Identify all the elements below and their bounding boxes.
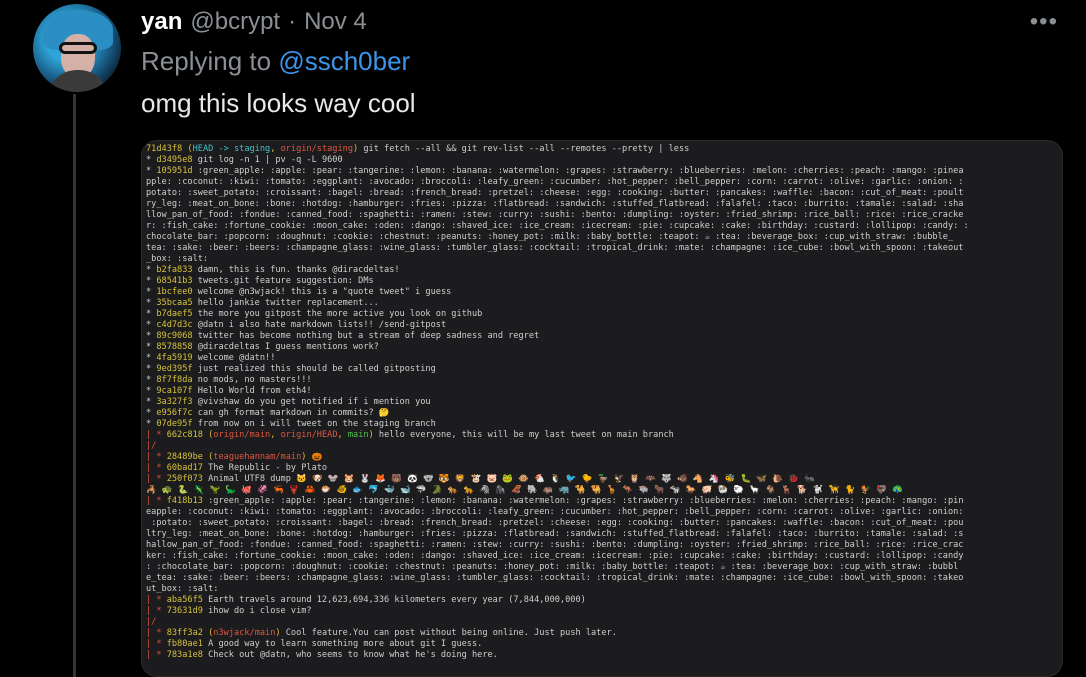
terminal-line: * 35bcaa5 hello jankie twitter replaceme… [146,298,379,308]
avatar[interactable] [33,4,121,92]
terminal-line: e_tea: :sake: :beer: :beers: :champagne_… [146,573,964,583]
header-separator: · [288,8,297,35]
terminal-line: * 9ed395f just realized this should be c… [146,364,436,374]
author-name[interactable]: yan [141,8,182,36]
terminal-line: * e956f7c can gh format markdown in comm… [146,408,390,418]
avatar-glasses [59,42,97,54]
terminal-line: 71d43f8 (HEAD -> staging, origin/staging… [146,144,690,154]
terminal-line: | * 783a1e8 Check out @datn, who seems t… [146,650,498,660]
terminal-line: ker: :fish_cake: :fortune_cookie: :moon_… [146,551,964,561]
terminal-line: | * 83ff3a2 (n3wjack/main) Cool feature.… [146,628,617,638]
terminal-line: : :chocolate_bar: :popcorn: :doughnut: :… [146,562,959,572]
terminal-line: llow_pan_of_food: :fondue: :canned_food:… [146,210,964,220]
terminal-line: ut_box: :salt: [146,584,219,594]
terminal-line: * 1bcfee0 welcome @n3wjack! this is a "q… [146,287,452,297]
terminal-line: r: :fish_cake: :fortune_cookie: :moon_ca… [146,221,969,231]
terminal-line: * 9ca107f Hello World from eth4! [146,386,312,396]
replying-to-mention[interactable]: @ssch0ber [278,46,410,76]
terminal-line: * 105951d :green_apple: :apple: :pear: :… [146,166,964,176]
terminal-line: * 3a327f3 @vivshaw do you get notified i… [146,397,431,407]
terminal-line: | * aba56f5 Earth travels around 12,623,… [146,595,586,605]
tweet-media-image[interactable]: 71d43f8 (HEAD -> staging, origin/staging… [141,140,1063,677]
terminal-line: |/ [146,441,157,451]
terminal-line: | * 28489be (teaguehannam/main) 🎃 [146,452,323,462]
tweet-header: yan @bcrypt · Nov 4 [141,8,367,36]
terminal-line: hallow_pan_of_food: :fondue: :canned_foo… [146,540,964,550]
terminal-line: | * 250f073 Animal UTF8 dump 🐱 🐶 🐭 🐹 🐰 🦊… [146,474,815,484]
author-handle[interactable]: @bcrypt [190,8,280,36]
thread-connector-line [73,94,76,677]
terminal-line: * 8f7f8da no mods, no masters!!! [146,375,312,385]
terminal-line: eapple: :coconut: :kiwi: :tomato: :eggpl… [146,507,964,517]
terminal-line: * 8578858 @diracdeltas I guess mentions … [146,342,379,352]
terminal-line: tea: :sake: :beer: :beers: :champagne_gl… [146,243,964,253]
replying-to-label: Replying to [141,46,279,76]
terminal-line: * 4fa5919 welcome @datn!! [146,353,276,363]
terminal-line: pple: :coconut: :kiwi: :tomato: :eggplan… [146,177,964,187]
terminal-line: potato: :sweet_potato: :croissant: :bage… [146,188,964,198]
terminal-line: chocolate_bar: :popcorn: :doughnut: :coo… [146,232,954,242]
tweet-text: omg this looks way cool [141,88,416,118]
terminal-line: * b2fa833 damn, this is fun. thanks @dir… [146,265,400,275]
replying-to: Replying to @ssch0ber [141,46,410,77]
terminal-line: * 07de95f from now on i will tweet on th… [146,419,436,429]
terminal-line: * d3495e8 git log -n 1 | pv -q -L 9600 [146,155,343,165]
terminal-line: ltry_leg: :meat_on_bone: :bone: :hotdog:… [146,529,964,539]
terminal-line: :potato: :sweet_potato: :croissant: :bag… [151,518,964,528]
terminal-line: * b7daef5 the more you gitpost the more … [146,309,483,319]
terminal-line: | * fb80ae1 A good way to learn somethin… [146,639,483,649]
avatar-shirt [47,70,109,92]
terminal-line: 🦂 🐢 🐍 🦎 🦖 🦕 🐙 🦑 🦐 🦞 🦀 🐡 🐠 🐟 🐬 🐳 🐋 🦈 🐊 🐅 … [146,485,903,495]
terminal-line: | * 60bad17 The Republic - by Plato [146,463,328,473]
terminal-line: * 89c9068 twitter has become nothing but… [146,331,540,341]
more-options-icon[interactable]: ••• [1030,8,1058,36]
terminal-line: _box: :salt: [146,254,209,264]
terminal-line: * c4d7d3c @datn i also hate markdown lis… [146,320,447,330]
terminal-line: |/ [146,617,157,627]
terminal-line: | * 662c818 (origin/main, origin/HEAD, m… [146,430,674,440]
terminal-output: 71d43f8 (HEAD -> staging, origin/staging… [146,144,1060,661]
terminal-line: * 68541b3 tweets.git feature suggestion:… [146,276,374,286]
terminal-line: ry_leg: :meat_on_bone: :bone: :hotdog: :… [146,199,964,209]
terminal-line: | * f418b13 :green_apple: :apple: :pear:… [146,496,964,506]
terminal-line: | * 73631d9 ihow do i close vim? [146,606,312,616]
tweet-date[interactable]: Nov 4 [304,8,367,36]
